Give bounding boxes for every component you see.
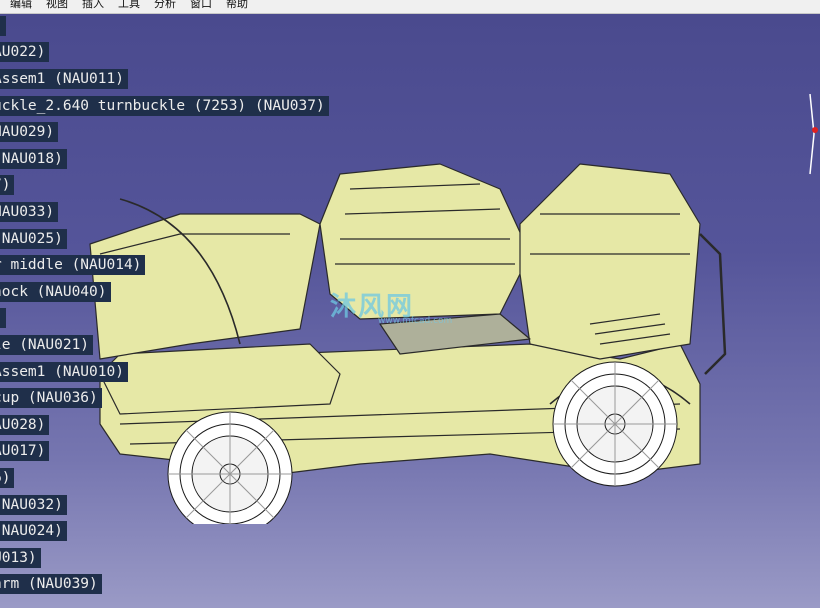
tree-node[interactable]: NAU029) [0, 122, 59, 142]
menu-view[interactable]: 视图 [46, 0, 68, 11]
menu-edit[interactable]: 编辑 [10, 0, 32, 11]
tree-node[interactable]: le (NAU021) [0, 335, 94, 355]
front-wheel [552, 361, 678, 487]
tree-node[interactable]: (NAU032) [0, 495, 67, 515]
tree-node[interactable]: uckle_2.640 turnbuckle (7253) (NAU037) [0, 96, 329, 116]
compass-icon[interactable] [802, 94, 820, 184]
tree-node[interactable]: AU017) [0, 441, 50, 461]
menu-tools[interactable]: 工具 [118, 0, 140, 11]
menu-help[interactable]: 帮助 [226, 0, 248, 11]
menu-bar: 编辑 视图 插入 工具 分析 窗口 帮助 [0, 0, 820, 14]
tree-node[interactable]: r middle (NAU014) [0, 255, 146, 275]
3d-viewport[interactable]: ) AU022) Assem1 (NAU011) uckle_2.640 tur… [0, 14, 820, 608]
tree-node[interactable]: 6) [0, 468, 15, 488]
menu-analysis[interactable]: 分析 [154, 0, 176, 11]
tree-node[interactable]: cup (NAU036) [0, 388, 102, 408]
watermark-url: www.mfcad.com [378, 316, 453, 326]
tree-node[interactable]: U013) [0, 548, 41, 568]
tree-node[interactable]: Assem1 (NAU011) [0, 69, 128, 89]
tree-node[interactable]: (NAU025) [0, 229, 67, 249]
tree-node[interactable]: ) [0, 308, 6, 328]
tree-node[interactable]: 7) [0, 175, 15, 195]
tree-node[interactable]: (NAU024) [0, 521, 67, 541]
menu-insert[interactable]: 插入 [82, 0, 104, 11]
tree-node[interactable]: AU028) [0, 415, 50, 435]
menu-window[interactable]: 窗口 [190, 0, 212, 11]
tree-node[interactable]: arm (NAU039) [0, 574, 102, 594]
tree-node[interactable]: AU022) [0, 42, 50, 62]
tree-node[interactable]: ) [0, 16, 6, 36]
car-model[interactable] [60, 144, 740, 524]
tree-node[interactable]: (NAU018) [0, 149, 67, 169]
tree-node[interactable]: Assem1 (NAU010) [0, 362, 128, 382]
tree-node[interactable]: hock (NAU040) [0, 282, 111, 302]
tree-node[interactable]: NAU033) [0, 202, 59, 222]
